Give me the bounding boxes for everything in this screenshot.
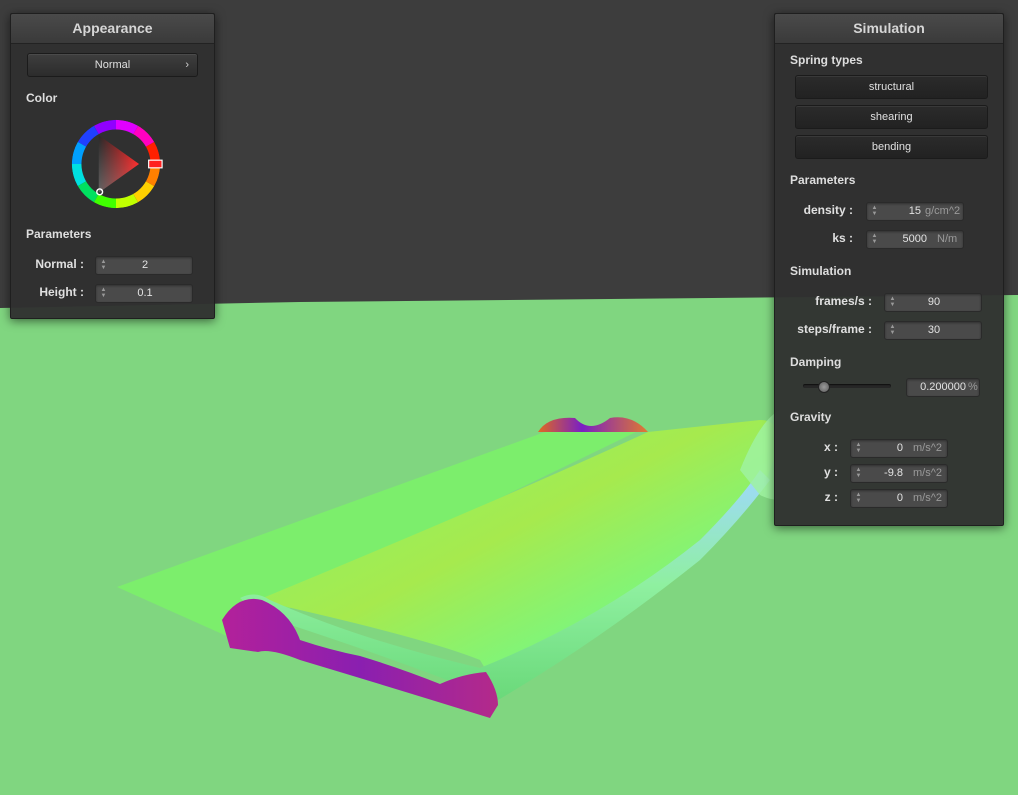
hue-selector-handle[interactable] <box>148 159 163 169</box>
gravity-y-value: -9.8 <box>884 467 903 479</box>
gravity-x-input[interactable]: ▲ ▼ 0 m/s^2 <box>850 439 948 458</box>
gravity-z-label: z : <box>824 490 838 504</box>
damping-unit: % <box>968 381 978 393</box>
appearance-parameters-label: Parameters <box>26 227 92 241</box>
gravity-label: Gravity <box>790 410 832 424</box>
spinner-arrows-icon[interactable]: ▲ ▼ <box>100 287 107 300</box>
structural-button[interactable]: structural <box>795 75 988 99</box>
gravity-z-input[interactable]: ▲ ▼ 0 m/s^2 <box>850 489 948 508</box>
density-value: 15 <box>908 205 921 217</box>
density-unit: g/cm^2 <box>925 205 961 217</box>
simulation-section-label: Simulation <box>790 264 852 278</box>
damping-slider-knob[interactable] <box>818 381 830 393</box>
gravity-y-unit: m/s^2 <box>913 467 942 479</box>
spring-types-label: Spring types <box>790 53 863 67</box>
steps-value: 30 <box>927 324 941 336</box>
shader-dropdown-label: Normal <box>94 59 131 71</box>
height-value: 0.1 <box>137 287 153 299</box>
spinner-arrows-icon[interactable]: ▲ ▼ <box>871 205 878 218</box>
ks-input[interactable]: ▲ ▼ 5000 N/m <box>866 230 964 249</box>
damping-slider-track <box>803 384 891 388</box>
appearance-panel-title: Appearance <box>11 14 214 44</box>
spinner-arrows-icon[interactable]: ▲ ▼ <box>871 233 878 246</box>
color-section-label: Color <box>26 91 58 105</box>
normal-value: 2 <box>141 259 149 271</box>
gravity-z-unit: m/s^2 <box>913 492 942 504</box>
normal-input[interactable]: ▲ ▼ 2 <box>95 256 193 275</box>
spinner-arrows-icon[interactable]: ▲ ▼ <box>855 442 862 455</box>
shearing-button[interactable]: shearing <box>795 105 988 129</box>
spinner-arrows-icon[interactable]: ▲ ▼ <box>889 324 896 337</box>
gravity-x-unit: m/s^2 <box>913 442 942 454</box>
density-label: density : <box>803 203 853 217</box>
steps-input[interactable]: ▲ ▼ 30 <box>884 321 982 340</box>
ks-value: 5000 <box>902 233 927 245</box>
gravity-x-value: 0 <box>896 442 903 454</box>
steps-label: steps/frame : <box>797 322 872 336</box>
simulation-parameters-label: Parameters <box>790 173 856 187</box>
ks-label: ks : <box>832 231 853 245</box>
damping-input[interactable]: 0.200000 % <box>906 378 980 397</box>
color-wheel[interactable] <box>68 116 164 212</box>
ks-unit: N/m <box>937 233 958 245</box>
fps-input[interactable]: ▲ ▼ 90 <box>884 293 982 312</box>
spinner-arrows-icon[interactable]: ▲ ▼ <box>855 467 862 480</box>
appearance-panel: Appearance Normal › Color Parameters Nor… <box>10 13 215 319</box>
gravity-y-label: y : <box>823 465 838 479</box>
normal-label: Normal : <box>35 257 84 271</box>
gravity-y-input[interactable]: ▲ ▼ -9.8 m/s^2 <box>850 464 948 483</box>
simulation-panel-title: Simulation <box>775 14 1003 44</box>
gravity-x-label: x : <box>823 440 838 454</box>
simulation-panel: Simulation Spring types structural shear… <box>774 13 1004 526</box>
damping-value: 0.200000 <box>920 381 966 393</box>
chevron-right-icon: › <box>185 59 189 71</box>
spinner-arrows-icon[interactable]: ▲ ▼ <box>855 492 862 505</box>
spinner-arrows-icon[interactable]: ▲ ▼ <box>889 296 896 309</box>
fps-label: frames/s : <box>815 294 872 308</box>
shader-dropdown[interactable]: Normal › <box>27 53 198 77</box>
bending-button[interactable]: bending <box>795 135 988 159</box>
density-input[interactable]: ▲ ▼ 15 g/cm^2 <box>866 202 964 221</box>
spinner-arrows-icon[interactable]: ▲ ▼ <box>100 259 107 272</box>
height-label: Height : <box>39 285 84 299</box>
height-input[interactable]: ▲ ▼ 0.1 <box>95 284 193 303</box>
damping-slider[interactable] <box>803 381 891 393</box>
gravity-z-value: 0 <box>896 492 903 504</box>
fps-value: 90 <box>927 296 941 308</box>
damping-label: Damping <box>790 355 842 369</box>
